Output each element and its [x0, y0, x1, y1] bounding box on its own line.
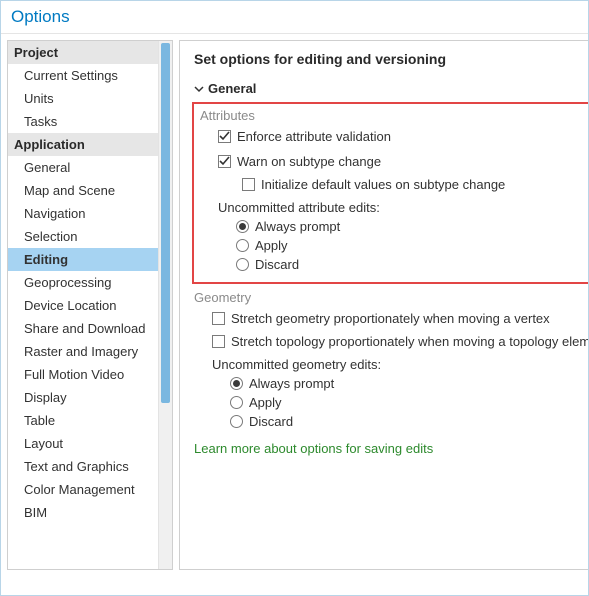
sidebar-header-project: Project: [8, 41, 158, 64]
label-stretch-vertex: Stretch geometry proportionately when mo…: [231, 311, 550, 326]
sidebar-item-table[interactable]: Table: [8, 409, 158, 432]
sidebar-item-units[interactable]: Units: [8, 87, 158, 110]
label-geom-apply: Apply: [249, 395, 282, 410]
radio-geom-discard[interactable]: [230, 415, 243, 428]
options-window: Options Project Current Settings Units T…: [0, 0, 589, 596]
label-init-defaults: Initialize default values on subtype cha…: [261, 177, 505, 192]
label-attr-always: Always prompt: [255, 219, 340, 234]
sidebar-item-share-and-download[interactable]: Share and Download: [8, 317, 158, 340]
checkbox-init-defaults[interactable]: [242, 178, 255, 191]
sidebar-item-device-location[interactable]: Device Location: [8, 294, 158, 317]
sidebar-item-full-motion-video[interactable]: Full Motion Video: [8, 363, 158, 386]
sidebar-item-general[interactable]: General: [8, 156, 158, 179]
checkbox-enforce-validation[interactable]: [218, 130, 231, 143]
label-geom-always: Always prompt: [249, 376, 334, 391]
label-enforce-validation: Enforce attribute validation: [237, 129, 391, 144]
sidebar-scrollbar[interactable]: [158, 41, 172, 569]
sidebar-item-geoprocessing[interactable]: Geoprocessing: [8, 271, 158, 294]
sidebar-item-map-and-scene[interactable]: Map and Scene: [8, 179, 158, 202]
geometry-group-label: Geometry: [194, 290, 589, 305]
chevron-down-icon: [194, 84, 204, 94]
sidebar-item-layout[interactable]: Layout: [8, 432, 158, 455]
sidebar-header-application: Application: [8, 133, 158, 156]
sidebar-item-selection[interactable]: Selection: [8, 225, 158, 248]
checkbox-stretch-topology[interactable]: [212, 335, 225, 348]
sidebar-item-current-settings[interactable]: Current Settings: [8, 64, 158, 87]
sidebar-item-editing[interactable]: Editing: [8, 248, 158, 271]
sidebar: Project Current Settings Units Tasks App…: [1, 34, 173, 594]
checkbox-warn-subtype[interactable]: [218, 155, 231, 168]
attributes-group-label: Attributes: [200, 108, 589, 123]
sidebar-item-raster-and-imagery[interactable]: Raster and Imagery: [8, 340, 158, 363]
radio-attr-discard[interactable]: [236, 258, 249, 271]
label-geom-discard: Discard: [249, 414, 293, 429]
uncommitted-geom-label: Uncommitted geometry edits:: [194, 357, 589, 372]
sidebar-item-text-and-graphics[interactable]: Text and Graphics: [8, 455, 158, 478]
label-attr-discard: Discard: [255, 257, 299, 272]
radio-attr-always[interactable]: [236, 220, 249, 233]
label-stretch-topology: Stretch topology proportionately when mo…: [231, 334, 589, 349]
learn-more-link[interactable]: Learn more about options for saving edit…: [194, 441, 433, 456]
main-panel: Set options for editing and versioning G…: [173, 34, 589, 594]
radio-geom-always[interactable]: [230, 377, 243, 390]
radio-attr-apply[interactable]: [236, 239, 249, 252]
section-general-header[interactable]: General: [194, 81, 589, 96]
window-title: Options: [1, 1, 588, 34]
sidebar-item-navigation[interactable]: Navigation: [8, 202, 158, 225]
sidebar-item-tasks[interactable]: Tasks: [8, 110, 158, 133]
sidebar-item-display[interactable]: Display: [8, 386, 158, 409]
checkbox-stretch-vertex[interactable]: [212, 312, 225, 325]
label-attr-apply: Apply: [255, 238, 288, 253]
sidebar-item-color-management[interactable]: Color Management: [8, 478, 158, 501]
radio-geom-apply[interactable]: [230, 396, 243, 409]
sidebar-item-bim[interactable]: BIM: [8, 501, 158, 524]
attributes-highlight: Attributes Enforce attribute validation …: [192, 102, 589, 284]
page-title: Set options for editing and versioning: [194, 51, 589, 67]
sidebar-scrollbar-thumb[interactable]: [161, 43, 170, 403]
uncommitted-attr-label: Uncommitted attribute edits:: [200, 200, 589, 215]
section-general-label: General: [208, 81, 256, 96]
label-warn-subtype: Warn on subtype change: [237, 154, 381, 169]
